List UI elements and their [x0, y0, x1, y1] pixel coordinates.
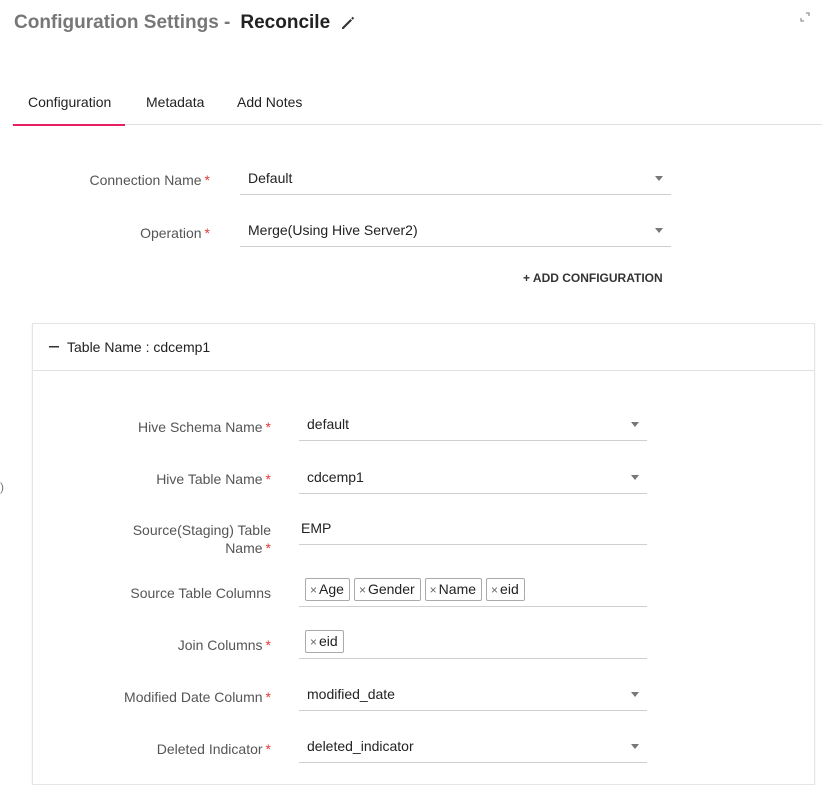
table-panel-title: Table Name : cdcemp1 [67, 339, 211, 355]
collapse-icon[interactable] [49, 346, 59, 348]
source-columns-label: Source Table Columns [93, 584, 271, 602]
tab-bar: Configuration Metadata Add Notes [12, 86, 822, 126]
connection-name-label-text: Connection Name [89, 172, 202, 188]
hive-table-value: cdcemp1 [307, 469, 364, 485]
hive-table-label-text: Hive Table Name [156, 471, 263, 487]
hive-schema-select[interactable]: default [299, 410, 647, 441]
deleted-indicator-label: Deleted Indicator * [93, 740, 271, 758]
operation-label: Operation * [40, 224, 210, 242]
join-columns-label-text: Join Columns [177, 637, 263, 653]
table-panel: Table Name : cdcemp1 Hive Schema Name * d… [32, 323, 815, 785]
chevron-down-icon [655, 176, 663, 181]
chevron-down-icon [631, 744, 639, 749]
chip-remove-icon[interactable]: × [491, 583, 498, 597]
source-table-label-line2: Name [225, 540, 263, 556]
page-title-prefix: Configuration Settings - [14, 12, 231, 33]
chip-label: eid [500, 581, 519, 597]
hive-schema-value: default [307, 416, 350, 432]
chip-name: × Name [424, 578, 483, 601]
chip-eid: × eid [305, 630, 344, 653]
chip-label: Age [319, 581, 344, 597]
modified-date-select[interactable]: modified_date [299, 680, 647, 711]
edge-glyph: ) [0, 480, 4, 494]
table-panel-header[interactable]: Table Name : cdcemp1 [33, 324, 814, 371]
modified-date-label-text: Modified Date Column [124, 689, 263, 705]
modified-date-value: modified_date [307, 686, 395, 702]
source-columns-chips: × Age × Gender × Name × eid [305, 578, 529, 601]
chip-label: eid [319, 633, 338, 649]
source-table-label-line1: Source(Staging) Table [132, 522, 271, 538]
chip-remove-icon[interactable]: × [430, 583, 437, 597]
required-mark: * [204, 225, 210, 241]
chip-remove-icon[interactable]: × [310, 583, 317, 597]
chip-label: Name [438, 581, 477, 597]
chip-age: × Age [305, 578, 350, 601]
chevron-down-icon [631, 475, 639, 480]
page-title-name: Reconcile [240, 12, 331, 33]
required-mark: * [265, 419, 271, 435]
source-table-label: Source(Staging) Table Name * [93, 521, 271, 557]
tab-configuration[interactable]: Configuration [12, 94, 126, 126]
chip-gender: × Gender [353, 578, 421, 601]
connection-name-label: Connection Name * [40, 171, 210, 189]
operation-label-text: Operation [140, 225, 202, 241]
required-mark: * [265, 741, 271, 757]
hive-table-label: Hive Table Name * [93, 470, 271, 488]
deleted-indicator-label-text: Deleted Indicator [156, 741, 263, 757]
pencil-icon[interactable] [340, 15, 356, 31]
deleted-indicator-value: deleted_indicator [307, 738, 414, 754]
tab-add-notes[interactable]: Add Notes [237, 94, 302, 110]
page-header: Configuration Settings - Reconcile [14, 8, 356, 38]
hive-schema-label: Hive Schema Name * [93, 418, 271, 436]
chip-remove-icon[interactable]: × [359, 583, 366, 597]
modified-date-label: Modified Date Column * [93, 688, 271, 706]
required-mark: * [265, 540, 271, 556]
required-mark: * [204, 172, 210, 188]
hive-table-select[interactable]: cdcemp1 [299, 463, 647, 494]
chevron-down-icon [631, 692, 639, 697]
operation-value: Merge(Using Hive Server2) [248, 222, 418, 238]
chip-eid: × eid [486, 578, 525, 601]
source-columns-label-text: Source Table Columns [130, 585, 271, 601]
source-columns-multiselect[interactable]: × Age × Gender × Name × eid [299, 574, 647, 607]
chevron-down-icon [631, 422, 639, 427]
connection-name-value: Default [248, 170, 293, 186]
operation-select[interactable]: Merge(Using Hive Server2) [240, 216, 671, 247]
source-table-input[interactable]: EMP [299, 514, 647, 545]
join-columns-label: Join Columns * [93, 636, 271, 654]
required-mark: * [265, 471, 271, 487]
add-configuration-button[interactable]: + ADD CONFIGURATION [523, 271, 663, 285]
deleted-indicator-select[interactable]: deleted_indicator [299, 732, 647, 763]
chip-remove-icon[interactable]: × [310, 635, 317, 649]
chip-label: Gender [367, 581, 415, 597]
required-mark: * [265, 637, 271, 653]
expand-icon[interactable] [800, 12, 810, 22]
join-columns-multiselect[interactable]: × eid [299, 626, 647, 659]
source-table-value: EMP [301, 520, 332, 536]
hive-schema-label-text: Hive Schema Name [138, 419, 263, 435]
required-mark: * [265, 689, 271, 705]
chevron-down-icon [655, 228, 663, 233]
join-columns-chips: × eid [305, 630, 348, 653]
tab-metadata[interactable]: Metadata [146, 94, 204, 110]
connection-name-select[interactable]: Default [240, 164, 671, 195]
